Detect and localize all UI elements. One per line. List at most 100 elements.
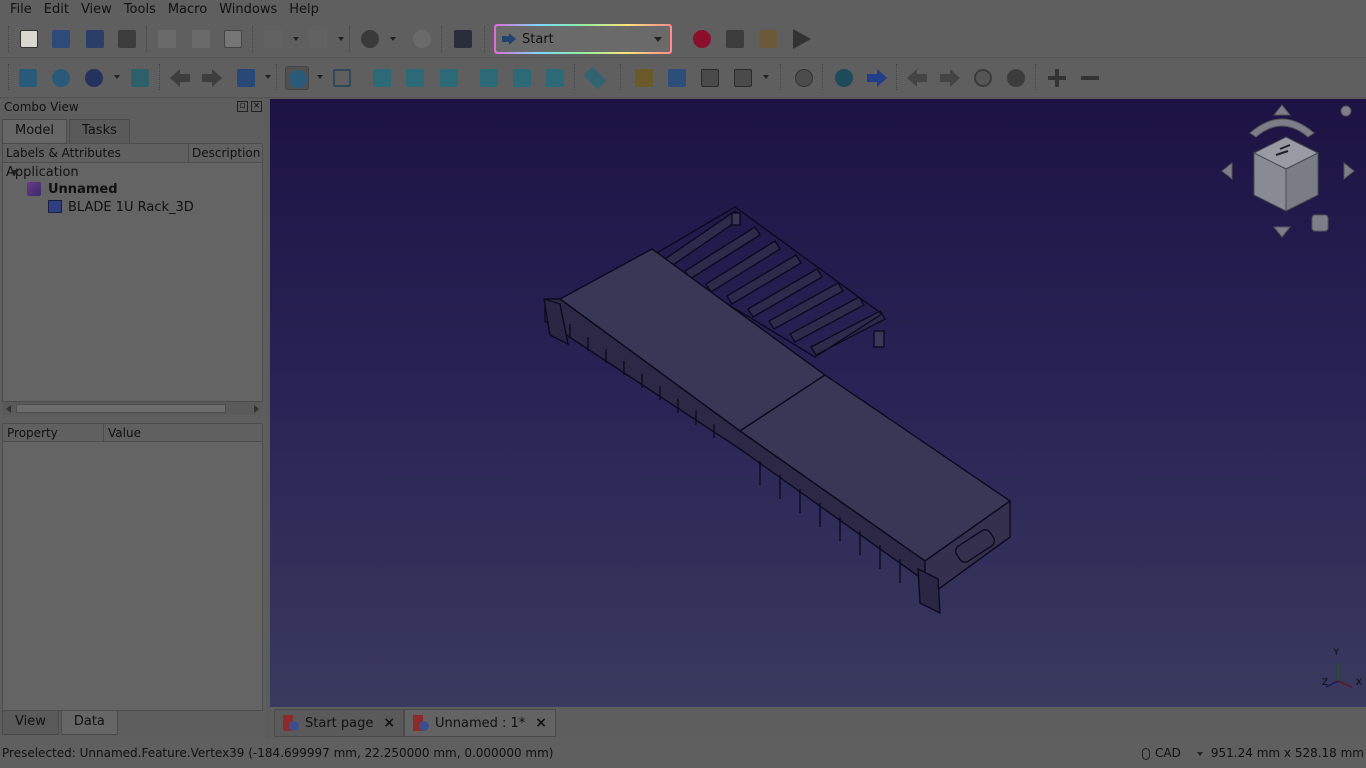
tree-header-labels[interactable]: Labels & Attributes bbox=[3, 144, 189, 162]
make-link-button[interactable] bbox=[698, 66, 722, 90]
tab-unnamed-document[interactable]: Unnamed : 1* × bbox=[404, 709, 557, 737]
nav-home-icon[interactable] bbox=[1311, 214, 1329, 232]
web-refresh-button[interactable] bbox=[971, 66, 995, 90]
web-back-button[interactable] bbox=[905, 66, 929, 90]
go-button[interactable] bbox=[865, 66, 889, 90]
nav-left-icon[interactable] bbox=[1221, 161, 1233, 181]
navigation-cube[interactable] bbox=[1220, 103, 1356, 239]
paste-button[interactable] bbox=[221, 27, 245, 51]
link-actions-button[interactable] bbox=[731, 66, 755, 90]
menu-file[interactable]: File bbox=[4, 0, 38, 20]
close-panel-button[interactable]: × bbox=[251, 101, 262, 112]
draw-style-dropdown-arrow[interactable] bbox=[114, 75, 120, 79]
float-panel-button[interactable]: ▫ bbox=[237, 101, 248, 112]
forward-view-button[interactable] bbox=[200, 66, 224, 90]
tab-tasks[interactable]: Tasks bbox=[69, 119, 130, 143]
isometric-view-button[interactable] bbox=[330, 66, 354, 90]
open-button[interactable] bbox=[49, 27, 73, 51]
std-views-dropdown-arrow[interactable] bbox=[265, 75, 271, 79]
fit-selection-button[interactable] bbox=[49, 66, 73, 90]
tab-model[interactable]: Model bbox=[2, 119, 68, 143]
scroll-left-icon[interactable] bbox=[6, 405, 11, 413]
model-tree[interactable]: Labels & Attributes Description Applicat… bbox=[2, 143, 263, 415]
create-part-button[interactable] bbox=[632, 66, 656, 90]
navigation-style-selector[interactable]: CAD bbox=[1142, 739, 1203, 768]
section-button[interactable] bbox=[792, 66, 816, 90]
web-button[interactable] bbox=[832, 66, 856, 90]
copy-button[interactable] bbox=[189, 27, 213, 51]
scroll-right-icon[interactable] bbox=[254, 405, 259, 413]
bounding-box-button[interactable] bbox=[128, 66, 152, 90]
menu-edit[interactable]: Edit bbox=[38, 0, 75, 20]
freecad-window: File Edit View Tools Macro Windows Help bbox=[0, 0, 1366, 768]
bottom-view-button[interactable] bbox=[510, 66, 534, 90]
zoom-in-button[interactable] bbox=[1045, 66, 1069, 90]
create-group-button[interactable] bbox=[665, 66, 689, 90]
undo-dropdown-arrow[interactable] bbox=[293, 37, 299, 41]
redo-dropdown-arrow[interactable] bbox=[338, 37, 344, 41]
tab-view[interactable]: View bbox=[2, 711, 59, 735]
menu-tools[interactable]: Tools bbox=[118, 0, 162, 20]
right-view-button[interactable] bbox=[437, 66, 461, 90]
left-view-button[interactable] bbox=[543, 66, 567, 90]
whats-this-button[interactable] bbox=[451, 27, 475, 51]
nav-right-icon[interactable] bbox=[1343, 161, 1355, 181]
tree-header-description[interactable]: Description bbox=[189, 144, 260, 162]
workbench-selector[interactable]: Start bbox=[494, 24, 672, 54]
3d-viewport[interactable]: Y X Z bbox=[270, 99, 1366, 707]
close-icon[interactable]: × bbox=[535, 715, 547, 731]
nav-down-icon[interactable] bbox=[1272, 226, 1292, 238]
recompute-button[interactable] bbox=[410, 27, 434, 51]
nav-menu-icon[interactable] bbox=[1340, 105, 1352, 117]
rear-view-button[interactable] bbox=[477, 66, 501, 90]
property-editor[interactable]: Property Value bbox=[2, 423, 263, 711]
expand-arrow-icon[interactable] bbox=[11, 170, 19, 175]
view-cube-icon[interactable] bbox=[1252, 136, 1320, 212]
nav-up-icon[interactable] bbox=[1272, 104, 1292, 116]
macro-edit-button[interactable] bbox=[756, 27, 780, 51]
web-forward-button[interactable] bbox=[938, 66, 962, 90]
back-view-button[interactable] bbox=[168, 66, 192, 90]
measure-button[interactable] bbox=[583, 66, 607, 90]
prop-header-value[interactable]: Value bbox=[104, 424, 141, 441]
status-message: Preselected: Unnamed.Feature.Vertex39 (-… bbox=[2, 746, 554, 760]
tab-data[interactable]: Data bbox=[60, 711, 118, 735]
redo-button[interactable] bbox=[306, 27, 330, 51]
menu-view[interactable]: View bbox=[75, 0, 118, 20]
zoom-dropdown-arrow[interactable] bbox=[317, 75, 323, 79]
scroll-thumb[interactable] bbox=[16, 404, 226, 413]
rotate-arc-icon[interactable] bbox=[1249, 118, 1315, 138]
zoom-button[interactable] bbox=[285, 66, 309, 90]
print-button[interactable] bbox=[115, 27, 139, 51]
undo-button[interactable] bbox=[261, 27, 285, 51]
zoom-out-button[interactable] bbox=[1078, 66, 1102, 90]
macro-record-button[interactable] bbox=[690, 27, 714, 51]
tree-horizontal-scrollbar[interactable] bbox=[2, 401, 263, 415]
new-document-button[interactable] bbox=[17, 27, 41, 51]
front-view-button[interactable] bbox=[370, 66, 394, 90]
prop-header-property[interactable]: Property bbox=[3, 424, 104, 441]
refresh-check-button[interactable] bbox=[358, 27, 382, 51]
save-button[interactable] bbox=[83, 27, 107, 51]
tree-item-unnamed[interactable]: Unnamed bbox=[48, 181, 118, 199]
menu-windows[interactable]: Windows bbox=[213, 0, 283, 20]
fit-all-button[interactable] bbox=[16, 66, 40, 90]
draw-style-button[interactable] bbox=[82, 66, 106, 90]
toolbar-separator bbox=[159, 64, 161, 90]
close-icon[interactable]: × bbox=[383, 715, 395, 731]
tree-item-blade-rack[interactable]: BLADE 1U Rack_3D bbox=[68, 199, 194, 217]
tab-start-page[interactable]: Start page × bbox=[274, 709, 405, 737]
stop-icon bbox=[726, 30, 744, 48]
link-dropdown-arrow[interactable] bbox=[763, 75, 769, 79]
std-views-button[interactable] bbox=[234, 66, 258, 90]
cut-button[interactable] bbox=[155, 27, 179, 51]
check-dropdown-arrow[interactable] bbox=[390, 37, 396, 41]
menu-help[interactable]: Help bbox=[283, 0, 325, 20]
macro-stop-button[interactable] bbox=[723, 27, 747, 51]
toolbar-separator bbox=[896, 64, 898, 90]
macro-run-button[interactable] bbox=[789, 27, 813, 51]
menu-macro[interactable]: Macro bbox=[162, 0, 213, 20]
web-stop-button[interactable] bbox=[1004, 66, 1028, 90]
top-view-button[interactable] bbox=[403, 66, 427, 90]
document-tab-bar: Start page × Unnamed : 1* × bbox=[270, 707, 1366, 739]
